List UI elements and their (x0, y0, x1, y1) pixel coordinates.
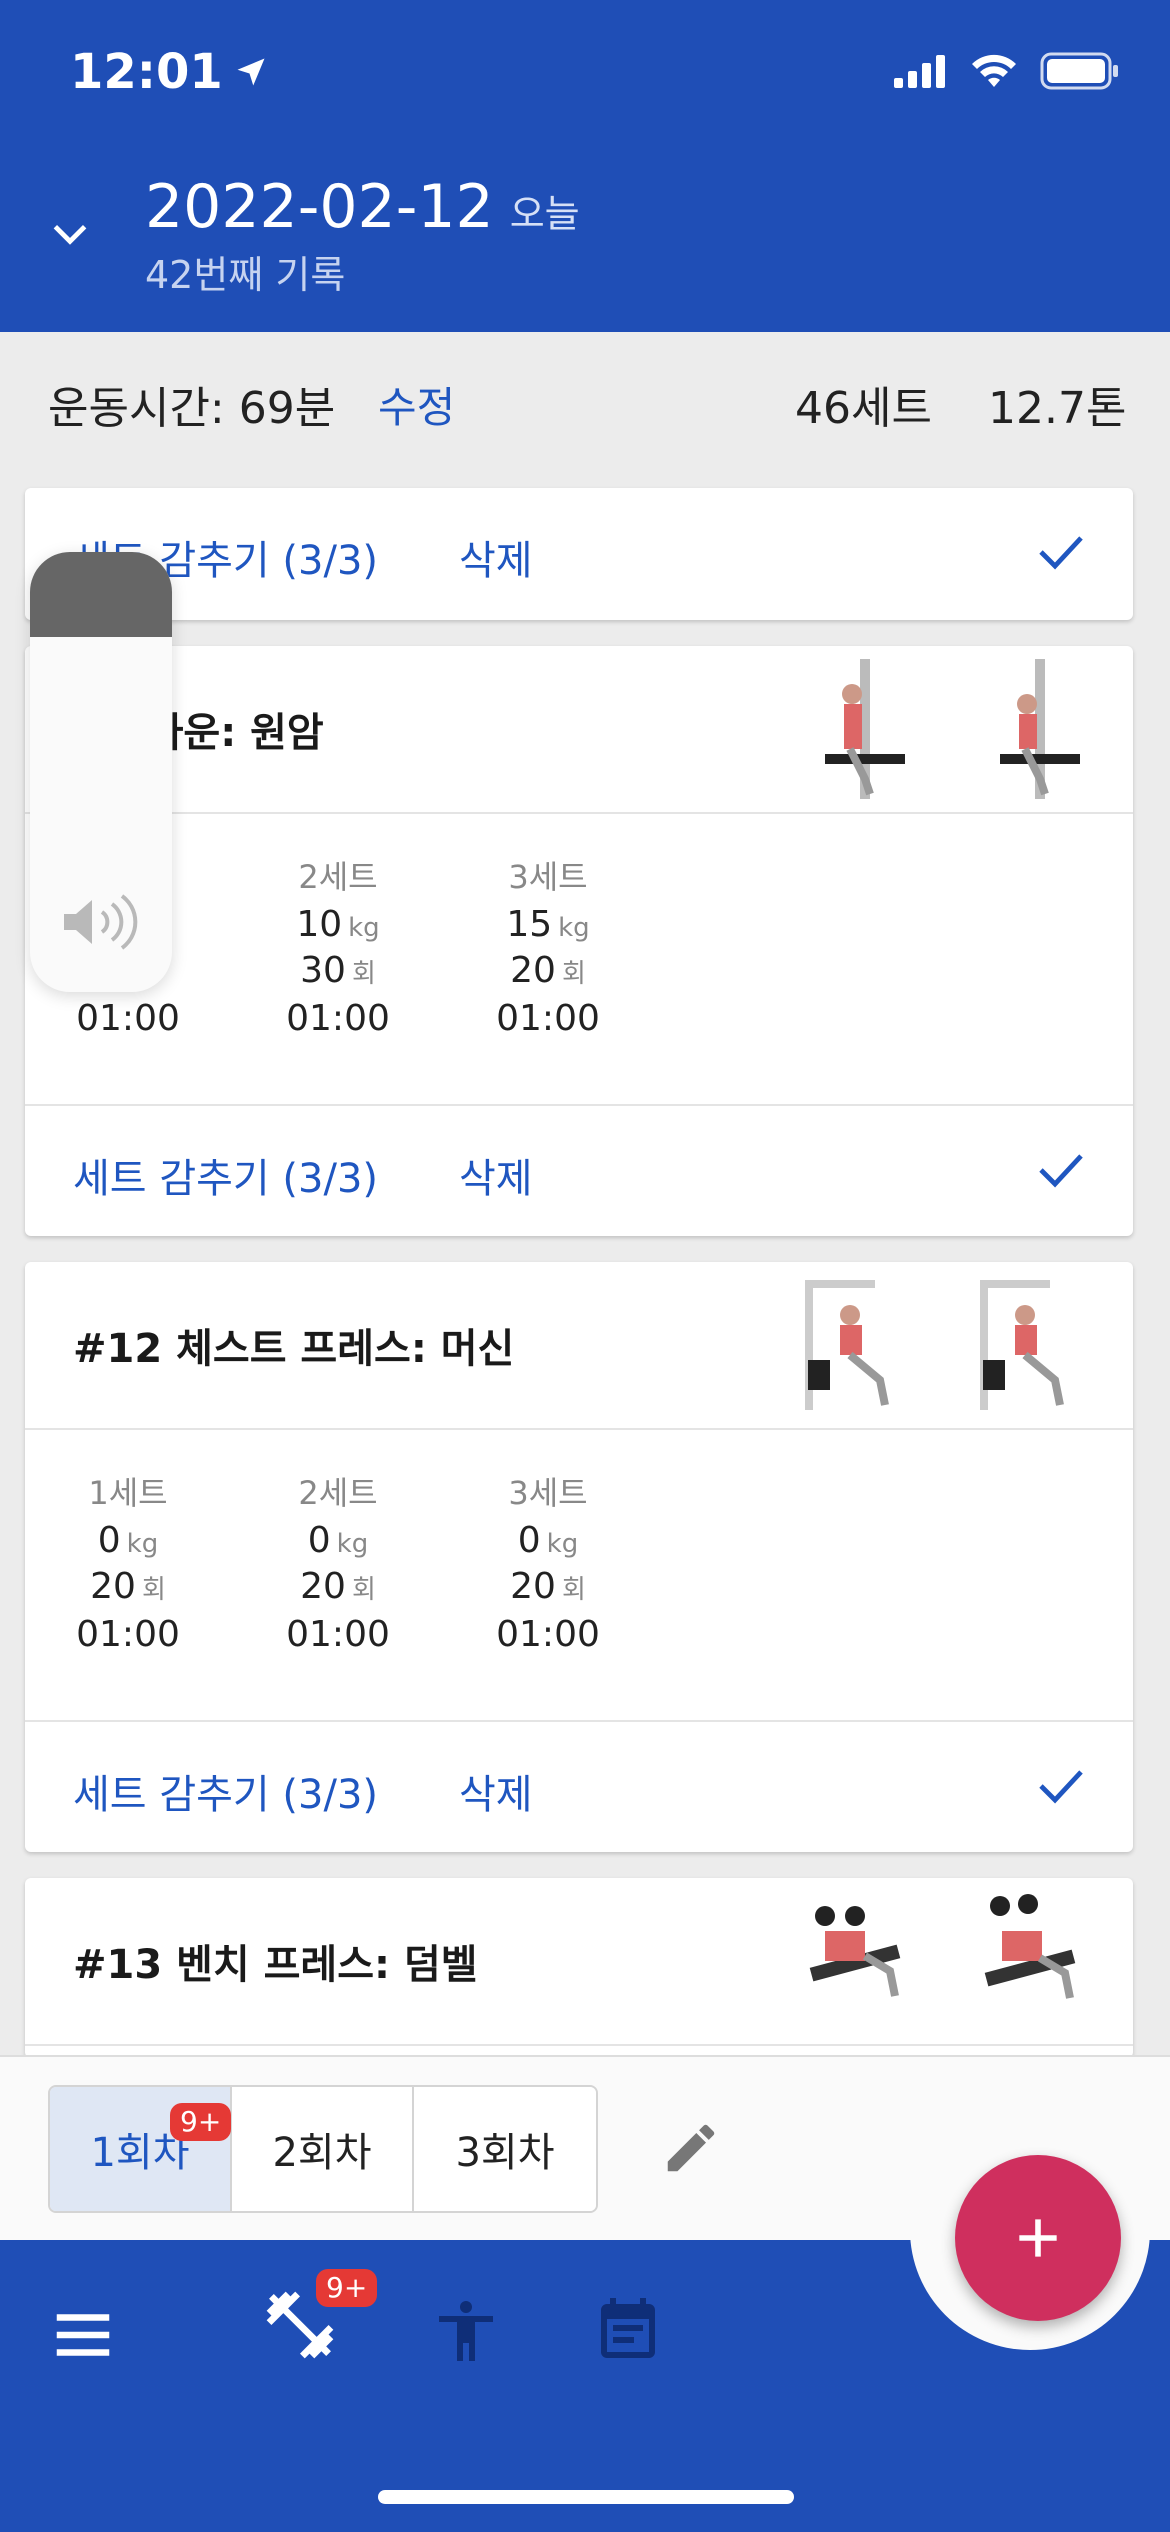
set-time: 01:00 (286, 1614, 390, 1655)
set-reps: 20 회 (300, 1566, 376, 1607)
pencil-icon[interactable] (660, 2117, 722, 2179)
tab-session-1[interactable]: 1회차 9+ (50, 2087, 232, 2211)
exercise-image (805, 1280, 889, 1410)
battery-icon (1040, 52, 1118, 90)
set-item[interactable]: 2세트 10 kg 30 회 01:00 (258, 852, 418, 1044)
set-weight: 0 kg (307, 1520, 369, 1561)
workout-badge: 9+ (316, 2269, 378, 2307)
set-item[interactable]: 1세트 0 kg 20 회 01:00 (48, 1468, 208, 1660)
exercise-image (1000, 659, 1080, 799)
sets-list: 1세트 0 kg 20 회 01:00 2세트 0 kg 20 회 01:00 3세트 … (25, 1430, 1133, 1720)
set-reps: 30 회 (300, 950, 376, 991)
nav-workout[interactable]: 9+ (260, 2269, 378, 2369)
set-reps: 20 회 (510, 1566, 586, 1607)
exercise-image (825, 659, 905, 799)
check-icon[interactable] (1037, 1766, 1085, 1806)
exercise-image (980, 1280, 1064, 1410)
volume-level (30, 552, 172, 637)
set-time: 01:00 (76, 1614, 180, 1655)
exercise-image (809, 1906, 901, 1997)
signal-icon (894, 55, 945, 88)
set-weight: 0 kg (517, 1520, 579, 1561)
exercise-card: #13 벤치 프레스: 덤벨 (25, 1878, 1133, 2058)
workout-summary: 운동시간: 69분 수정 46세트 12.7톤 (0, 332, 1170, 472)
exercise-card: 세트 감추기 (3/3) 삭제 (25, 488, 1133, 620)
hide-sets-button[interactable]: 세트 감추기 (3/3) (73, 1762, 378, 1820)
total-sets: 46세트 (795, 383, 932, 434)
sets-list: 1세트 회 01:00 2세트 10kg 30회 01:00 3세트 15kg … (25, 814, 1133, 1104)
exercise-title[interactable]: #13 벤치 프레스: 덤벨 (73, 1932, 478, 1990)
card-actions: 세트 감추기 (3/3) 삭제 (25, 488, 1133, 618)
calendar-icon[interactable] (592, 2295, 664, 2367)
set-reps: 20 회 (510, 950, 586, 991)
check-icon[interactable] (1037, 1150, 1085, 1190)
set-label: 2세트 (298, 1474, 378, 1512)
delete-button[interactable]: 삭제 (459, 528, 533, 586)
exercise-image (984, 1894, 1076, 1999)
set-label: 3세트 (508, 1474, 588, 1512)
set-weight: 10 kg (296, 904, 380, 945)
tab-session-3[interactable]: 3회차 (414, 2087, 596, 2211)
workout-date: 2022-02-12 오늘 (145, 172, 580, 242)
set-time: 01:00 (286, 998, 390, 1039)
exercise-card: 랫풀다운: 원암 1세트 회 01:00 2세트 10kg 30회 01:00 … (25, 646, 1133, 1236)
set-label: 3세트 (508, 858, 588, 896)
divider (25, 2044, 1133, 2046)
tab-session-2[interactable]: 2회차 (232, 2087, 414, 2211)
set-item[interactable]: 3세트 15 kg 20 회 01:00 (468, 852, 628, 1044)
edit-time-button[interactable]: 수정 (378, 374, 455, 435)
wifi-icon (972, 54, 1016, 87)
speaker-icon (64, 894, 138, 950)
location-arrow-icon (237, 58, 265, 86)
session-tabs: 1회차 9+ 2회차 3회차 (48, 2085, 598, 2213)
date-text: 2022-02-12 (145, 172, 494, 242)
body-icon[interactable] (430, 2295, 502, 2367)
record-count: 42번째 기록 (145, 253, 346, 297)
exercise-title[interactable]: #12 체스트 프레스: 머신 (73, 1316, 514, 1374)
home-indicator (378, 2490, 794, 2504)
set-time: 01:00 (496, 998, 600, 1039)
check-icon[interactable] (1037, 532, 1085, 572)
delete-button[interactable]: 삭제 (459, 1146, 533, 1204)
volume-overlay (30, 552, 172, 992)
set-time: 01:00 (76, 998, 180, 1039)
session-badge: 9+ (170, 2103, 232, 2141)
set-weight: 0 kg (97, 1520, 159, 1561)
total-weight: 12.7톤 (988, 383, 1127, 434)
add-exercise-button[interactable] (955, 2155, 1121, 2321)
card-actions: 세트 감추기 (3/3) 삭제 (25, 1106, 1133, 1236)
set-time: 01:00 (496, 1614, 600, 1655)
exercise-card: #12 체스트 프레스: 머신 1세트 0 kg 20 회 01:00 2세트 0k… (25, 1262, 1133, 1852)
status-indicators (894, 52, 1120, 90)
delete-button[interactable]: 삭제 (459, 1762, 533, 1820)
set-weight: 15 kg (506, 904, 590, 945)
plus-icon (1019, 2219, 1057, 2257)
card-actions: 세트 감추기 (3/3) 삭제 (25, 1722, 1133, 1852)
set-label: 1세트 (88, 1474, 168, 1512)
today-label: 오늘 (509, 192, 580, 236)
chevron-down-icon[interactable] (48, 212, 92, 256)
workout-time: 운동시간: 69분 (48, 383, 336, 434)
set-item[interactable]: 2세트 0 kg 20 회 01:00 (258, 1468, 418, 1660)
set-item[interactable]: 3세트 0 kg 20 회 01:00 (468, 1468, 628, 1660)
status-time: 12:01 (70, 44, 269, 100)
menu-icon[interactable] (48, 2300, 118, 2370)
set-label: 2세트 (298, 858, 378, 896)
set-reps: 20 회 (90, 1566, 166, 1607)
hide-sets-button[interactable]: 세트 감추기 (3/3) (73, 1146, 378, 1204)
app-header: 12:01 2022-02-12 오늘 42번째 기록 (0, 0, 1170, 332)
